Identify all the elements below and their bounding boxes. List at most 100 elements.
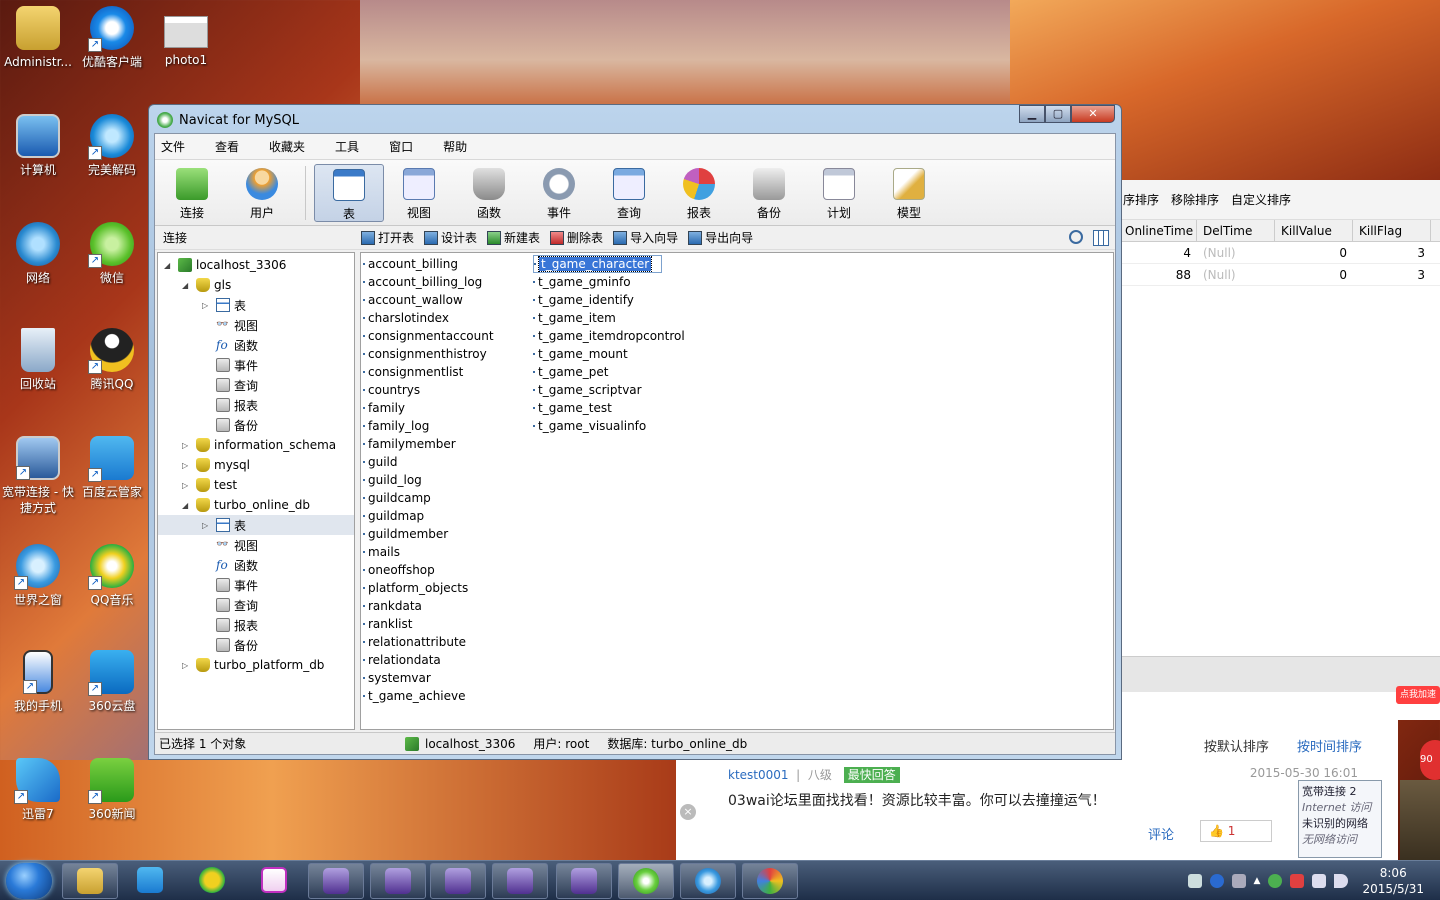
tree-node-events[interactable]: 事件 [216,575,258,595]
table-item[interactable]: t_game_gminfo [533,273,631,291]
tree-node-db-turbo-online[interactable]: ◢ turbo_online_db [182,495,310,515]
toolbar-view-button[interactable]: 视图 [384,164,454,222]
menu-favorites[interactable]: 收藏夹 [263,138,317,155]
volume-icon[interactable] [1334,874,1349,888]
desktop-icon-youku[interactable]: ↗ 优酷客户端 [74,6,150,70]
table-item[interactable]: t_game_visualinfo [533,417,646,435]
column-header[interactable]: KillValue [1275,220,1353,241]
tree-node-functions[interactable]: fo 函数 [216,335,258,355]
taskbar-baidu-cloud[interactable] [122,863,178,899]
table-item[interactable]: consignmenthistroy [363,345,487,363]
table-item[interactable]: guildmember [363,525,448,543]
clock[interactable]: 8:06 2015/5/31 [1362,865,1424,897]
taskbar-paint[interactable] [742,863,798,899]
tree-node-queries[interactable]: 查询 [216,375,258,395]
taskbar-game-window[interactable] [430,863,486,899]
table-item[interactable]: t_game_test [533,399,612,417]
toolbar-model-button[interactable]: 模型 [874,164,944,222]
desktop-icon-photo1[interactable]: photo1 [148,6,224,68]
tree-node-db-turbo-platform[interactable]: ▷ turbo_platform_db [182,655,324,675]
delete-table-button[interactable]: 删除表 [550,229,603,246]
toolbar-report-button[interactable]: 报表 [664,164,734,222]
desktop-icon-broadband[interactable]: ↗ 宽带连接 - 快捷方式 [0,436,76,516]
sort-default-link[interactable]: 按默认排序 [1204,740,1269,755]
column-header[interactable]: KillFlag [1353,220,1431,241]
search-icon[interactable] [1069,230,1083,244]
table-item[interactable]: oneoffshop [363,561,435,579]
table-item[interactable]: charslotindex [363,309,449,327]
tray-app-icon[interactable] [1268,874,1283,888]
table-row[interactable]: 88 (Null) 0 3 [1119,264,1440,286]
desktop-icon-theworld[interactable]: ↗ 世界之窗 [0,544,76,608]
table-item[interactable]: consignmentlist [363,363,463,381]
table-item[interactable]: ranklist [363,615,412,633]
menu-file[interactable]: 文件 [155,138,197,155]
desktop-icon-360-cloud[interactable]: ↗ 360云盘 [74,650,150,714]
desktop-icon-recycle-bin[interactable]: 回收站 [0,328,76,392]
tree-node-db-mysql[interactable]: ▷ mysql [182,455,250,475]
chevron-up-icon[interactable]: ▲ [1254,876,1261,886]
table-item[interactable]: consignmentaccount [363,327,494,345]
like-button[interactable]: 👍 1 [1200,820,1272,842]
close-button[interactable]: ✕ [1071,105,1115,123]
open-table-button[interactable]: 打开表 [361,229,414,246]
tree-node-reports[interactable]: 报表 [216,615,258,635]
desktop-icon-qq-music[interactable]: ↗ QQ音乐 [74,544,150,608]
toolbar-schedule-button[interactable]: 计划 [804,164,874,222]
network-icon[interactable] [1312,874,1327,888]
tree-node-backups[interactable]: 备份 [216,635,258,655]
menu-tools[interactable]: 工具 [329,138,371,155]
speedup-button[interactable]: 点我加速 [1396,686,1440,704]
tree-node-tables-selected[interactable]: ▷ 表 [158,515,354,535]
table-item[interactable]: platform_objects [363,579,468,597]
tree-node-server[interactable]: ◢ localhost_3306 [164,255,286,275]
keyboard-icon[interactable] [1187,874,1202,888]
table-item[interactable]: guild [363,453,398,471]
tree-node-queries[interactable]: 查询 [216,595,258,615]
table-item[interactable]: guildmap [363,507,424,525]
sort-button[interactable]: 序排序 [1123,191,1159,208]
taskbar-game-window[interactable] [370,863,426,899]
taskbar-game-window[interactable] [492,863,548,899]
toolbar-table-button[interactable]: 表 [314,163,384,222]
table-item[interactable]: guild_log [363,471,422,489]
table-item[interactable]: t_game_item [533,309,616,327]
table-item[interactable]: t_game_character [533,255,663,273]
desktop-icon-administrator[interactable]: Administr... [0,6,76,70]
answer-user[interactable]: ktest0001 [728,768,789,782]
menu-help[interactable]: 帮助 [437,138,479,155]
tree-node-reports[interactable]: 报表 [216,395,258,415]
tray-icon[interactable] [1231,874,1246,888]
toolbar-function-button[interactable]: 函数 [454,164,524,222]
taskbar-qq-music[interactable] [184,863,240,899]
column-header[interactable]: OnlineTime [1119,220,1197,241]
remove-sort-button[interactable]: 移除排序 [1171,191,1219,208]
custom-sort-button[interactable]: 自定义排序 [1231,191,1291,208]
maximize-button[interactable]: ▢ [1045,105,1071,123]
tree-node-backups[interactable]: 备份 [216,415,258,435]
toolbar-query-button[interactable]: 查询 [594,164,664,222]
menu-window[interactable]: 窗口 [383,138,425,155]
tree-node-db-information-schema[interactable]: ▷ information_schema [182,435,336,455]
close-icon[interactable]: × [680,804,696,820]
tree-node-events[interactable]: 事件 [216,355,258,375]
start-button[interactable] [6,863,52,899]
table-item[interactable]: account_billing [363,255,458,273]
taskbar-app[interactable] [246,863,302,899]
table-item[interactable]: rankdata [363,597,422,615]
table-item[interactable]: relationdata [363,651,441,669]
tree-node-db-gls[interactable]: ◢ gls [182,275,231,295]
column-header[interactable]: DelTime [1197,220,1275,241]
export-wizard-button[interactable]: 导出向导 [688,229,753,246]
tree-node-views[interactable]: 👓 视图 [216,535,258,555]
toolbar-event-button[interactable]: 事件 [524,164,594,222]
table-item[interactable]: t_game_achieve [363,687,466,705]
table-item[interactable]: countrys [363,381,420,399]
table-item[interactable]: t_game_mount [533,345,628,363]
toolbar-connection-button[interactable]: 连接 [157,164,227,222]
window-title-bar[interactable]: Navicat for MySQL [157,109,299,131]
table-item[interactable]: account_wallow [363,291,463,309]
table-item[interactable]: t_game_scriptvar [533,381,642,399]
desktop-icon-computer[interactable]: 计算机 [0,114,76,178]
table-item[interactable]: guildcamp [363,489,431,507]
